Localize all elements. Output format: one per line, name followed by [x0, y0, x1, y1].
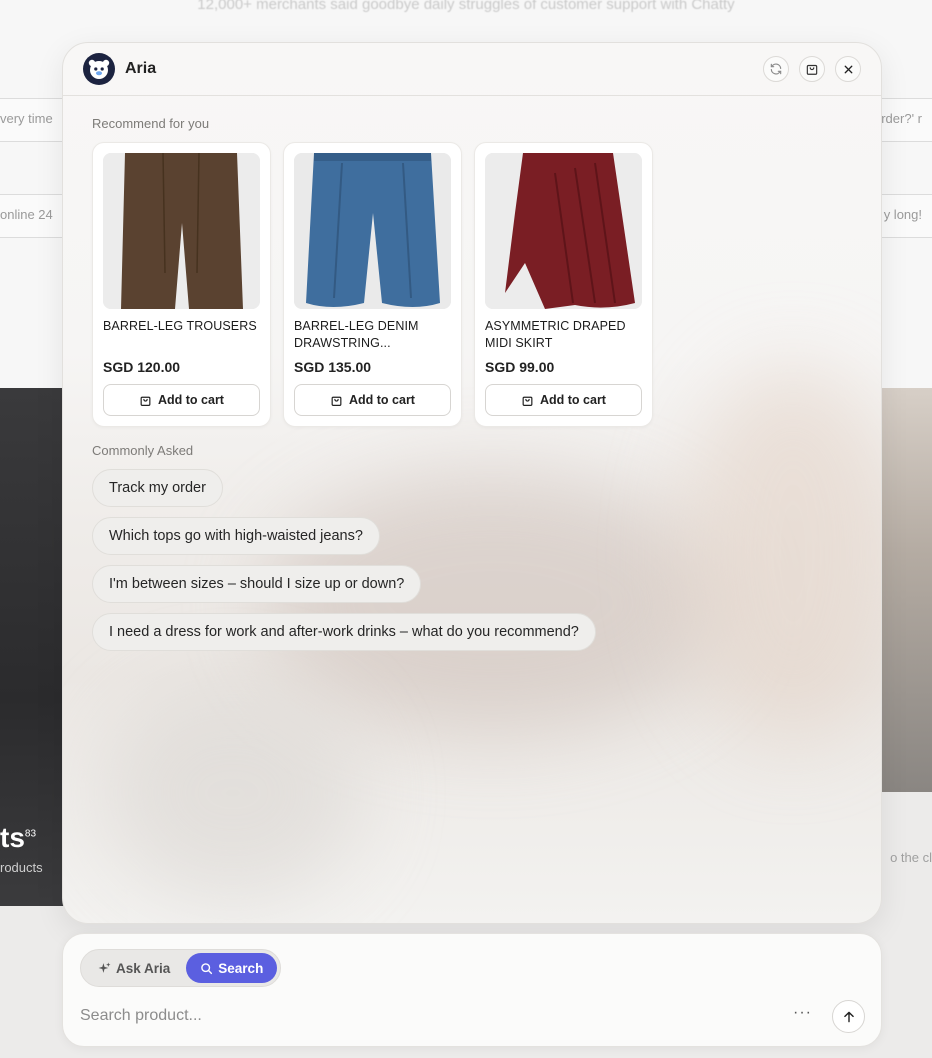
product-image[interactable] [103, 153, 260, 309]
chat-title: Aria [125, 60, 157, 77]
more-options-button[interactable]: ··· [793, 1004, 812, 1022]
mode-switch: Ask Aria Search [80, 949, 282, 987]
commonly-asked-label: Commonly Asked [92, 443, 194, 458]
product-name[interactable]: BARREL-LEG DENIM DRAWSTRING... [294, 318, 451, 352]
add-to-cart-button[interactable]: Add to cart [485, 384, 642, 416]
chat-panel: Aria Recommend for you BARREL-LEG TROUSE… [62, 42, 882, 924]
product-image[interactable] [485, 153, 642, 309]
product-name[interactable]: ASYMMETRIC DRAPED MIDI SKIRT [485, 318, 642, 352]
suggested-questions: Track my order Which tops go with high-w… [92, 469, 596, 651]
close-button[interactable] [835, 56, 861, 82]
product-card[interactable]: BARREL-LEG DENIM DRAWSTRING... SGD 135.0… [283, 142, 462, 427]
product-name[interactable]: BARREL-LEG TROUSERS [103, 318, 260, 352]
arrow-up-icon [843, 1011, 854, 1022]
suggested-question-chip[interactable]: I'm between sizes – should I size up or … [92, 565, 422, 603]
background-right-sub: o the cl [890, 850, 932, 865]
refresh-icon [770, 63, 782, 75]
cart-button[interactable] [799, 56, 825, 82]
add-to-cart-label: Add to cart [540, 393, 606, 407]
search-mode-button[interactable]: Search [186, 953, 278, 983]
add-to-cart-label: Add to cart [349, 393, 415, 407]
suggested-question-chip[interactable]: Which tops go with high-waisted jeans? [92, 517, 380, 555]
cart-icon [806, 64, 818, 75]
background-row-1-left: very time [0, 111, 53, 126]
cart-icon [522, 396, 533, 406]
product-carousel: BARREL-LEG TROUSERS SGD 120.00 Add to ca… [92, 142, 653, 427]
product-price: SGD 99.00 [485, 359, 555, 375]
panel-backdrop-blob [683, 363, 881, 743]
add-to-cart-button[interactable]: Add to cart [103, 384, 260, 416]
search-mode-label: Search [218, 960, 264, 976]
recommend-label: Recommend for you [92, 116, 210, 131]
product-card[interactable]: BARREL-LEG TROUSERS SGD 120.00 Add to ca… [92, 142, 271, 427]
send-button[interactable] [832, 1000, 865, 1033]
search-icon [201, 962, 213, 974]
background-left-heading: ts83 [0, 822, 37, 853]
suggested-question-chip[interactable]: Track my order [92, 469, 223, 507]
cart-icon [140, 396, 151, 406]
chat-header: Aria [63, 43, 881, 96]
suggested-question-chip[interactable]: I need a dress for work and after-work d… [92, 613, 596, 651]
add-to-cart-label: Add to cart [158, 393, 224, 407]
panel-backdrop-blob [103, 683, 363, 903]
add-to-cart-button[interactable]: Add to cart [294, 384, 451, 416]
background-row-2-left: online 24 [0, 207, 53, 222]
ask-aria-mode-button[interactable]: Ask Aria [84, 953, 184, 983]
product-image[interactable] [294, 153, 451, 309]
composer: Ask Aria Search ··· [62, 933, 882, 1047]
ask-aria-label: Ask Aria [116, 960, 171, 976]
product-price: SGD 135.00 [294, 359, 372, 375]
cart-icon [331, 396, 342, 406]
header-actions [763, 56, 861, 82]
aria-avatar-icon [83, 53, 115, 85]
close-icon [844, 65, 852, 73]
background-tagline: 12,000+ merchants said goodbye daily str… [197, 0, 735, 13]
background-row-2-right: y long! [883, 207, 922, 222]
sparkle-icon [98, 962, 111, 973]
product-card[interactable]: ASYMMETRIC DRAPED MIDI SKIRT SGD 99.00 A… [474, 142, 653, 427]
background-left-sub: roducts [0, 860, 43, 875]
product-price: SGD 120.00 [103, 359, 181, 375]
search-input[interactable] [80, 1002, 760, 1030]
refresh-button[interactable] [763, 56, 789, 82]
